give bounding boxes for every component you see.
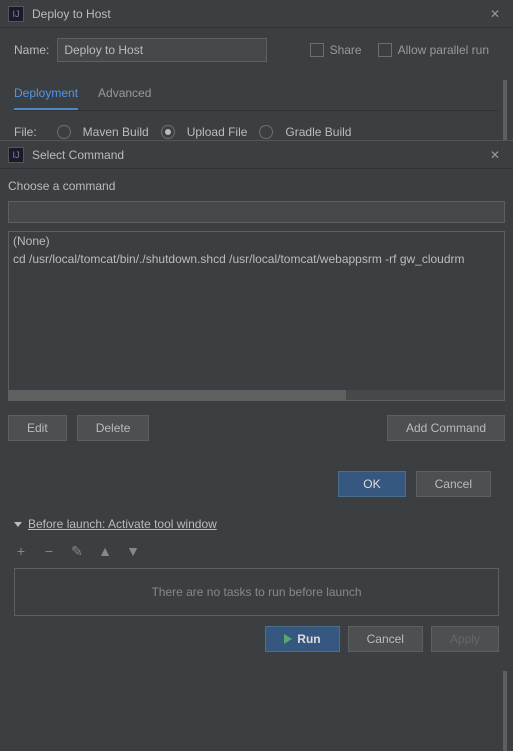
app-icon: IJ (8, 147, 24, 163)
file-label: File: (14, 125, 37, 139)
scrollbar-edge[interactable] (503, 671, 507, 751)
parent-titlebar: IJ Deploy to Host ✕ (0, 0, 513, 28)
radio-upload-label: Upload File (187, 125, 248, 139)
radio-maven-label: Maven Build (83, 125, 149, 139)
radio-gradle-label: Gradle Build (285, 125, 351, 139)
app-icon: IJ (8, 6, 24, 22)
share-checkbox[interactable] (310, 43, 324, 57)
select-command-dialog: IJ Select Command ✕ Choose a command (No… (0, 140, 513, 662)
horizontal-scrollbar[interactable] (9, 390, 346, 400)
add-task-icon[interactable]: + (14, 543, 28, 560)
before-launch-toolbar: + − ✎ ▲ ▼ (14, 539, 499, 564)
run-button[interactable]: Run (265, 626, 339, 652)
apply-button[interactable]: Apply (431, 626, 499, 652)
collapse-icon (14, 522, 22, 527)
edit-button[interactable]: Edit (8, 415, 67, 441)
parallel-label: Allow parallel run (398, 43, 489, 57)
run-label: Run (297, 632, 320, 646)
share-label: Share (330, 43, 362, 57)
dialog-close-button[interactable]: ✕ (485, 145, 505, 165)
delete-button[interactable]: Delete (77, 415, 150, 441)
scrollbar-edge[interactable] (503, 80, 507, 140)
list-item[interactable]: cd /usr/local/tomcat/bin/./shutdown.shcd… (9, 250, 504, 268)
cancel-button[interactable]: Cancel (416, 471, 491, 497)
footer-cancel-button[interactable]: Cancel (348, 626, 423, 652)
tabs: Deployment Advanced (14, 80, 499, 111)
edit-task-icon[interactable]: ✎ (70, 543, 84, 560)
radio-gradle[interactable] (259, 125, 273, 139)
ok-button[interactable]: OK (338, 471, 405, 497)
move-down-icon[interactable]: ▼ (126, 543, 140, 560)
dialog-titlebar: IJ Select Command ✕ (0, 141, 513, 169)
parent-close-button[interactable]: ✕ (485, 4, 505, 24)
parallel-checkbox[interactable] (378, 43, 392, 57)
add-command-button[interactable]: Add Command (387, 415, 505, 441)
radio-upload[interactable] (161, 125, 175, 139)
tab-advanced[interactable]: Advanced (98, 80, 151, 110)
list-item[interactable]: (None) (9, 232, 504, 250)
name-input[interactable] (57, 38, 267, 62)
before-launch-list: There are no tasks to run before launch (14, 568, 499, 616)
move-up-icon[interactable]: ▲ (98, 543, 112, 560)
choose-label: Choose a command (8, 179, 505, 193)
parent-title: Deploy to Host (32, 7, 485, 21)
before-launch-title: Before launch: Activate tool window (28, 517, 217, 531)
play-icon (284, 634, 292, 644)
empty-tasks-label: There are no tasks to run before launch (151, 585, 361, 599)
remove-task-icon[interactable]: − (42, 543, 56, 560)
command-list[interactable]: (None) cd /usr/local/tomcat/bin/./shutdo… (8, 231, 505, 401)
radio-maven[interactable] (57, 125, 71, 139)
command-search-input[interactable] (8, 201, 505, 223)
name-label: Name: (14, 43, 49, 57)
tab-deployment[interactable]: Deployment (14, 80, 78, 110)
before-launch-header[interactable]: Before launch: Activate tool window (14, 517, 499, 531)
dialog-title: Select Command (32, 148, 485, 162)
